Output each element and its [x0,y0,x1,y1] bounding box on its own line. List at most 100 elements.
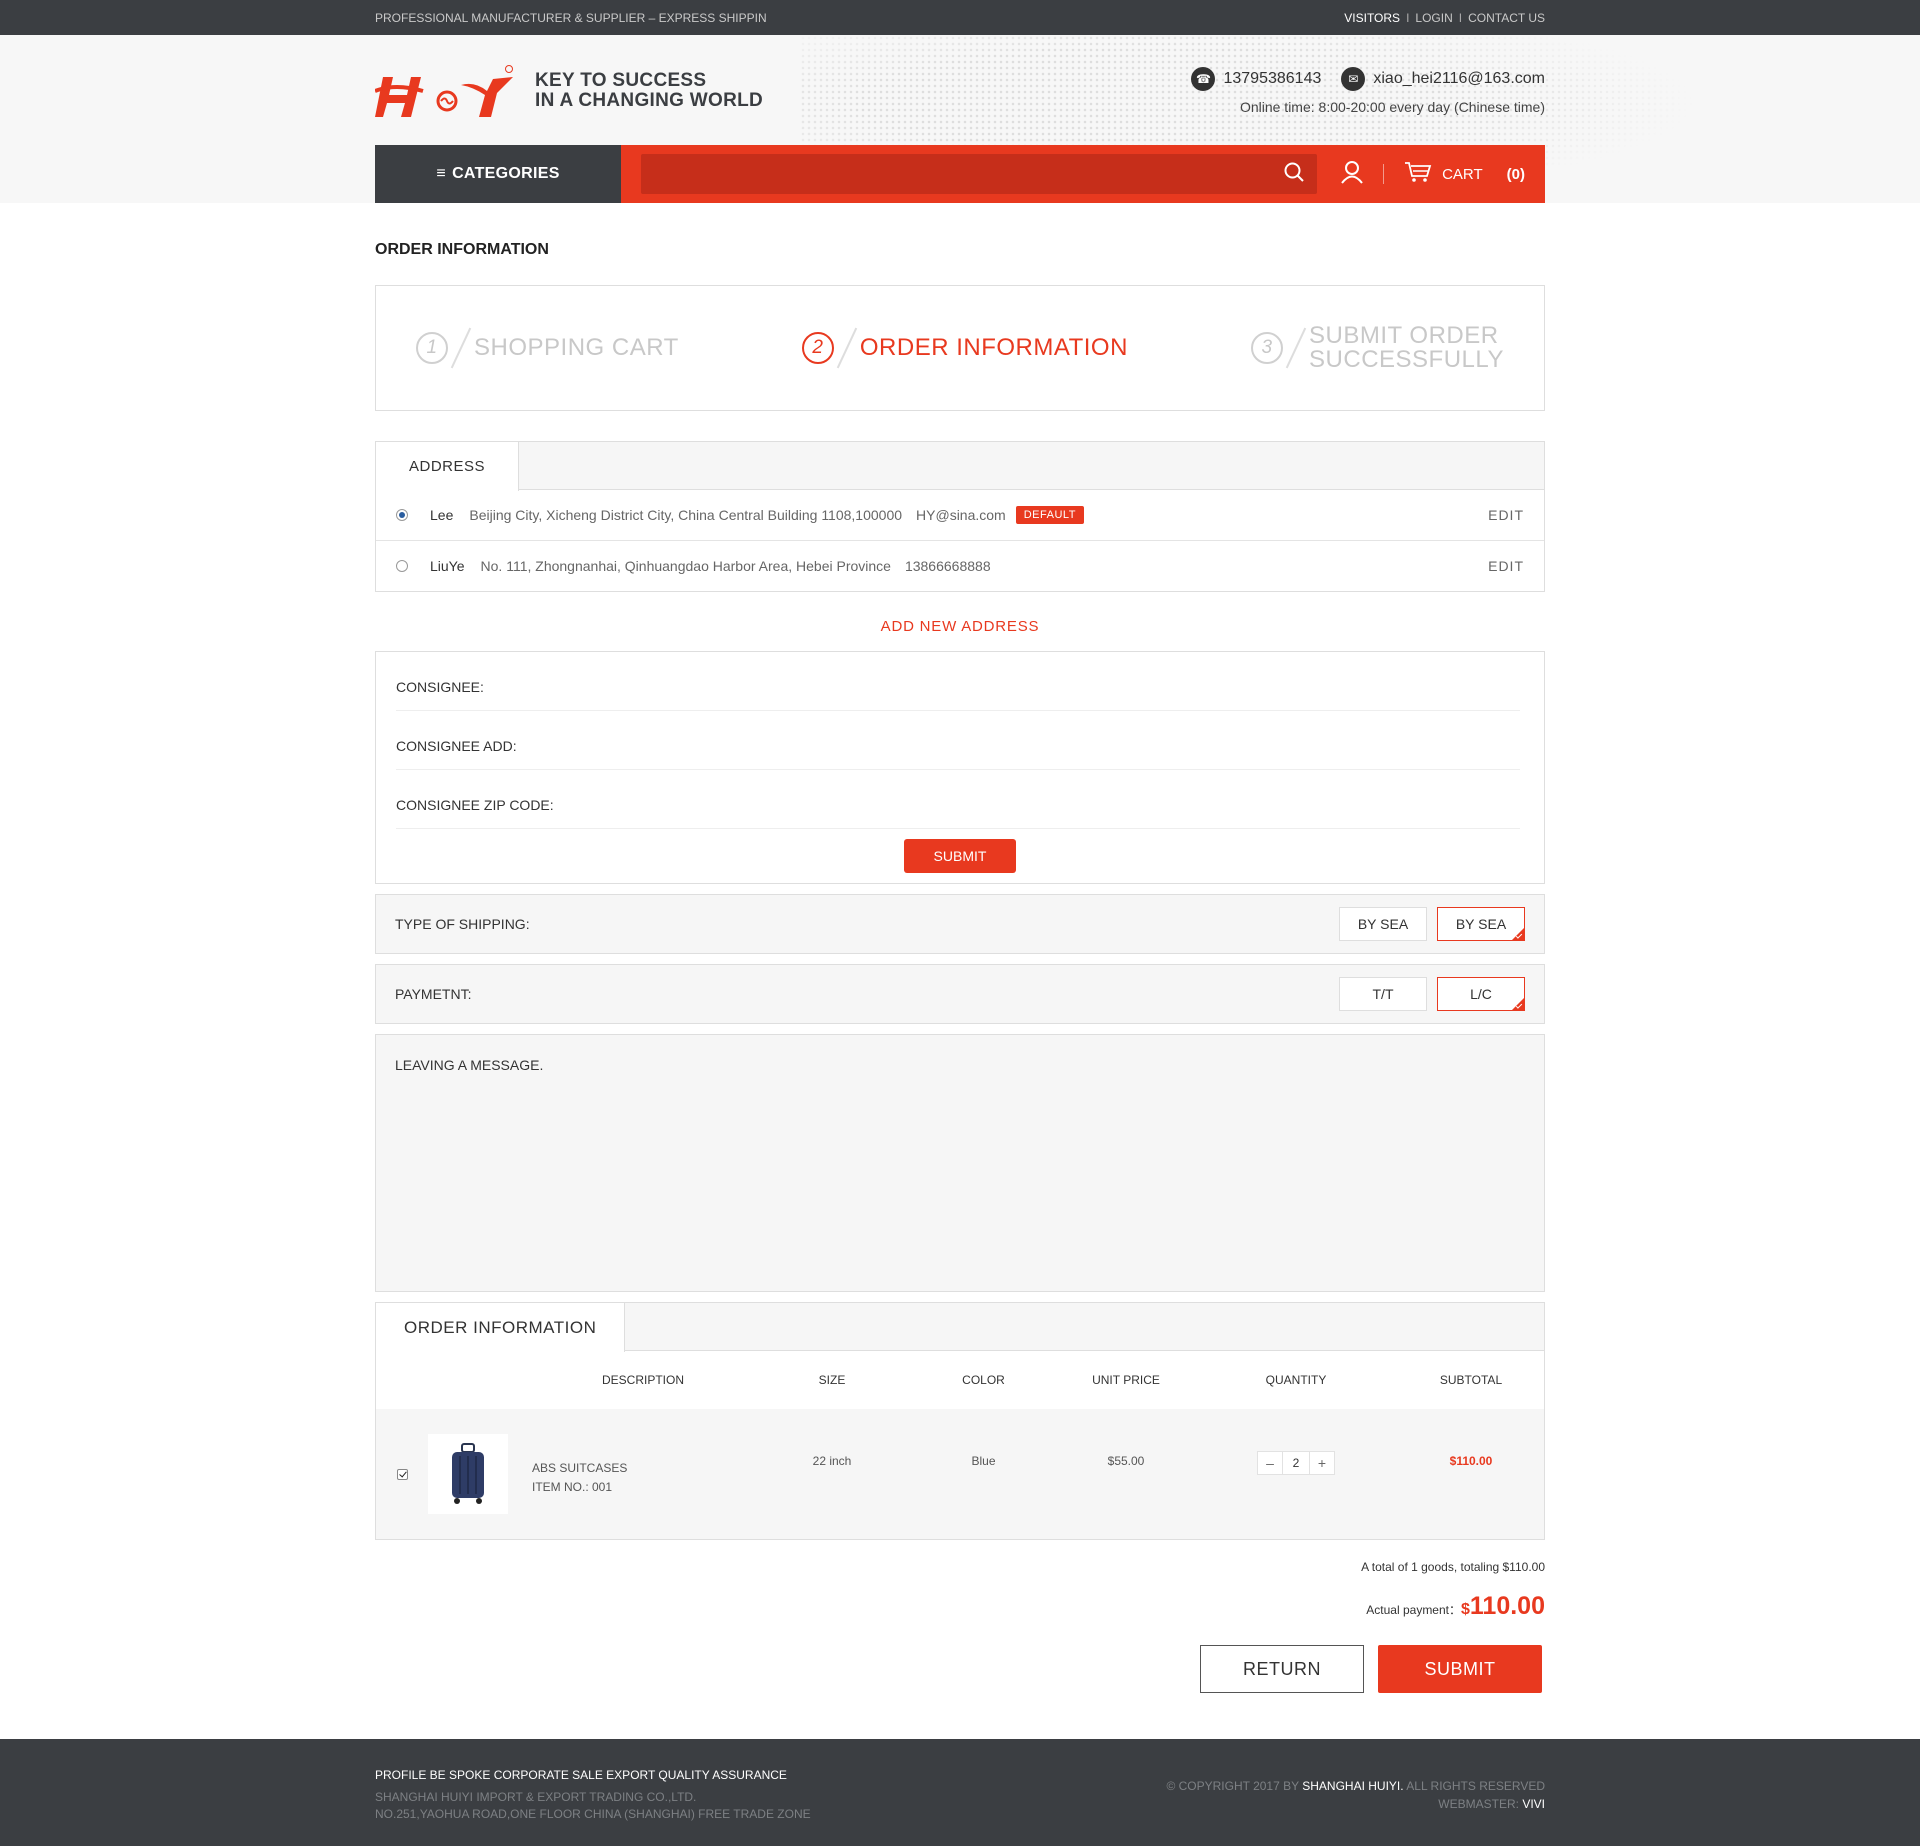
edit-address-button[interactable]: EDIT [1488,507,1524,523]
top-separator: I [1406,10,1410,25]
shipping-option[interactable]: BY SEA [1339,907,1427,941]
shipping-type-label: TYPE OF SHIPPING: [395,916,530,932]
default-badge: DEFAULT [1015,506,1084,524]
item-name[interactable]: ABS SUITCASES [532,1459,758,1478]
site-footer: PROFILE BE SPOKE CORPORATE SALE EXPORT Q… [0,1739,1920,1846]
visitors-link[interactable]: VISITORS [1344,11,1400,25]
address-radio[interactable] [396,560,408,572]
address-radio[interactable] [396,509,408,521]
address-name: LiuYe [430,558,465,574]
step-label-line-2: SUCCESSFULLY [1309,346,1504,373]
increment-button[interactable]: + [1310,1452,1334,1474]
message-textarea[interactable] [395,1057,1525,1269]
order-panel: ORDER INFORMATION DESCRIPTION SIZE COLOR… [375,1302,1545,1540]
top-separator: I [1458,10,1463,25]
step-slash [450,327,472,369]
copyright-pre: © COPYRIGHT 2017 BY [1166,1779,1299,1793]
contact-us-link[interactable]: CONTACT US [1468,11,1545,25]
slogan-line-1: KEY TO SUCCESS [535,70,707,91]
copyright-post: ALL RIGHTS RESERVED [1406,1779,1545,1793]
categories-button[interactable]: ≡ CATEGORIES [375,145,622,203]
search-input[interactable] [641,154,1284,194]
tab-address[interactable]: ADDRESS [376,442,520,491]
brand-logo[interactable] [375,65,513,121]
tab-order-information[interactable]: ORDER INFORMATION [376,1303,626,1352]
top-links: VISITORS I LOGIN I CONTACT US [1344,11,1545,25]
address-row[interactable]: LiuYe No. 111, Zhongnanhai, Qinhuangdao … [376,541,1544,591]
col-subtotal: SUBTOTAL [1439,1373,1503,1387]
address-row[interactable]: Lee Beijing City, Xicheng District City,… [376,490,1544,541]
zip-code-label: CONSIGNEE ZIP CODE: [396,797,554,813]
address-name: Lee [430,507,454,523]
cart-icon [1404,161,1432,187]
zip-code-row: CONSIGNEE ZIP CODE: [396,770,1520,829]
submit-order-button[interactable]: SUBMIT [1378,1645,1542,1693]
email-address[interactable]: xiao_hei2116@163.com [1373,70,1545,88]
step-shopping-cart: 1 SHOPPING CART [416,326,679,370]
step-label-line-1: SUBMIT ORDER [1309,322,1499,349]
payment-options: T/T L/C [1339,977,1525,1011]
step-order-information: 2 ORDER INFORMATION [801,326,1128,370]
consignee-address-row: CONSIGNEE ADD: [396,711,1520,770]
contact-info: ☎ 13795386143 ✉ xiao_hei2116@163.com Onl… [1191,67,1545,115]
message-box [375,1034,1545,1292]
consignee-input[interactable] [483,672,1520,702]
top-bar: PROFESSIONAL MANUFACTURER & SUPPLIER – E… [0,0,1920,35]
brand-slogan: KEY TO SUCCESS IN A CHANGING WORLD [535,71,763,111]
shipping-option-selected[interactable]: BY SEA [1437,907,1525,941]
consignee-address-input[interactable] [516,731,1520,761]
cart-link[interactable]: CART (0) [1404,161,1525,187]
copyright-company: SHANGHAI HUIYI. [1302,1779,1404,1793]
address-panel: ADDRESS Lee Beijing City, Xicheng Distri… [375,441,1545,592]
address-submit-button[interactable]: SUBMIT [904,839,1016,873]
address-text: Beijing City, Xicheng District City, Chi… [469,507,903,523]
user-icon[interactable] [1341,160,1363,188]
step-slash [836,327,858,369]
step-number: 3 [1251,332,1284,364]
item-size: 22 inch [812,1454,852,1468]
top-tagline: PROFESSIONAL MANUFACTURER & SUPPLIER – E… [375,10,767,25]
step-label: SUBMIT ORDER SUCCESSFULLY [1309,324,1504,372]
phone-number: 13795386143 [1223,70,1322,87]
order-actions: RETURN SUBMIT [375,1645,1545,1693]
shipping-type-row: TYPE OF SHIPPING: BY SEA BY SEA [375,894,1545,954]
categories-label: CATEGORIES [452,165,560,182]
checkout-steps: 1 SHOPPING CART 2 ORDER INFORMATION 3 SU… [375,285,1545,411]
footer-links[interactable]: PROFILE BE SPOKE CORPORATE SALE EXPORT Q… [375,1767,811,1784]
search-icon[interactable] [1283,161,1305,188]
phone-icon: ☎ [1191,67,1216,91]
edit-address-button[interactable]: EDIT [1488,558,1524,574]
email-contact: ✉ xiao_hei2116@163.com [1341,67,1545,91]
step-label: SHOPPING CART [474,334,679,361]
search-box [641,154,1318,194]
login-link[interactable]: LOGIN [1415,11,1452,25]
payment-option-lc[interactable]: L/C [1437,977,1525,1011]
order-tab-bar: ORDER INFORMATION [376,1303,1544,1352]
shipping-options: BY SEA BY SEA [1339,907,1525,941]
payment-row: PAYMETNT: T/T L/C [375,964,1545,1024]
actual-payment-amount: 110.00 [1469,1592,1545,1620]
consignee-row: CONSIGNEE: [396,652,1520,711]
zip-code-input[interactable] [553,790,1520,820]
payment-option-tt[interactable]: T/T [1339,977,1427,1011]
address-contact: HY@sina.com [916,507,1006,523]
add-new-address-link[interactable]: ADD NEW ADDRESS [375,618,1545,635]
consignee-label: CONSIGNEE: [396,679,484,695]
step-number: 1 [416,332,448,364]
quantity-stepper: – 2 + [1257,1451,1335,1475]
cart-count: (0) [1506,165,1525,183]
item-unit-price: $55.00 [1107,1454,1145,1468]
col-color: COLOR [962,1373,1005,1387]
step-label: ORDER INFORMATION [859,334,1128,361]
return-button[interactable]: RETURN [1200,1645,1364,1693]
order-table-header: DESCRIPTION SIZE COLOR UNIT PRICE QUANTI… [376,1351,1544,1409]
webmaster: WEBMASTER: VIVI [1166,1795,1545,1813]
quantity-value[interactable]: 2 [1282,1452,1310,1474]
footer-left: PROFILE BE SPOKE CORPORATE SALE EXPORT Q… [375,1767,811,1823]
item-subtotal: $110.00 [1449,1454,1493,1468]
search-cart-bar: CART (0) [621,145,1545,203]
item-checkbox[interactable] [396,1468,408,1480]
decrement-button[interactable]: – [1258,1452,1282,1474]
table-row: ABS SUITCASES ITEM NO.: 001 22 inch Blue… [376,1409,1544,1539]
actual-payment-label: Actual payment： [1366,1603,1461,1617]
